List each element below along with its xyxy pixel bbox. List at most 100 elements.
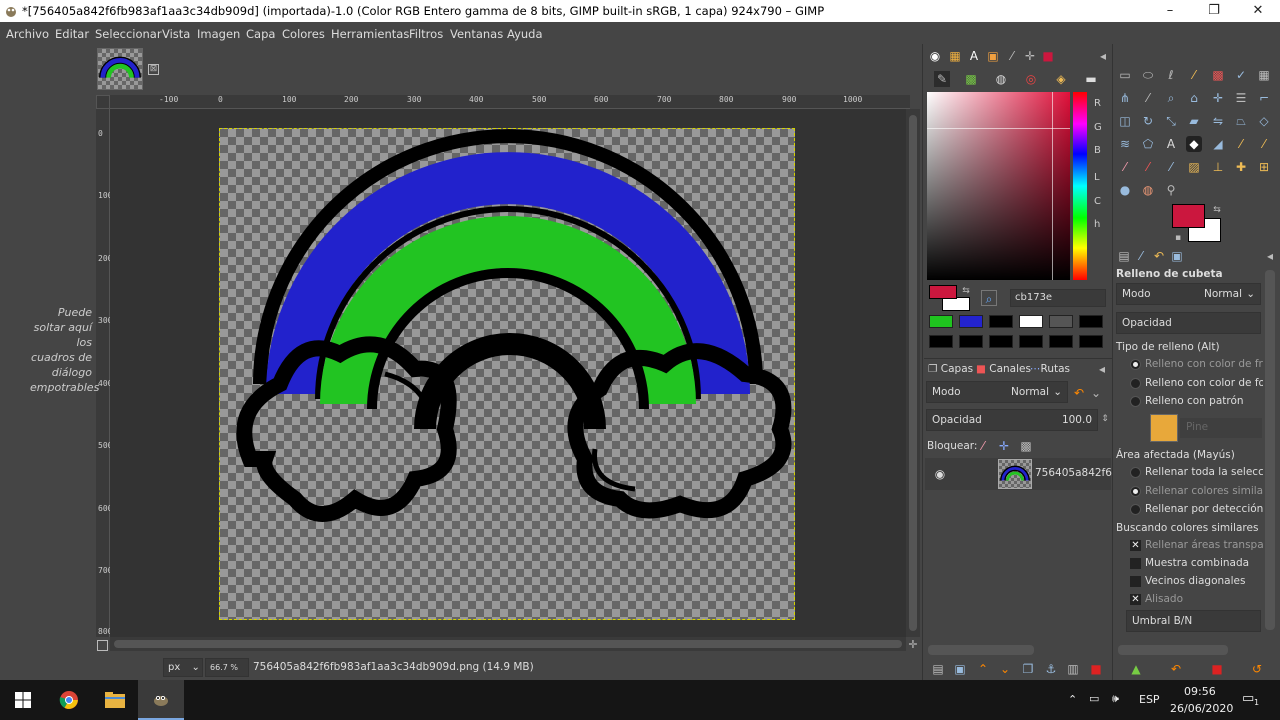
horizontal-scrollbar[interactable] [110, 637, 906, 651]
unified-transform-icon[interactable]: ◫ [1117, 113, 1133, 129]
color-picker-icon[interactable]: ⌕ [981, 290, 997, 306]
network-icon[interactable]: ▭ [1089, 692, 1099, 705]
ellipse-select-icon[interactable]: ⬭ [1140, 67, 1156, 83]
move-icon[interactable]: ✛ [1210, 90, 1226, 106]
sample-merged-checkbox[interactable] [1130, 558, 1141, 569]
navigate-icon[interactable]: ✛ [907, 639, 919, 651]
horizontal-ruler[interactable]: -100 0 100 200 300 400 500 600 700 800 9… [110, 95, 910, 109]
vertical-scrollbar[interactable] [906, 109, 920, 637]
area-detect-radio[interactable] [1130, 504, 1141, 515]
volume-icon[interactable]: 🕪 [1112, 692, 1119, 706]
color-saturation-square[interactable] [927, 92, 1070, 280]
tool-options-scrollbar[interactable] [1265, 270, 1275, 630]
cmyk-selector-icon[interactable]: ▩ [963, 71, 979, 87]
reset-options-icon[interactable]: ↺ [1249, 661, 1265, 677]
foreground-select-icon[interactable]: ▦ [1256, 67, 1272, 83]
channel-h[interactable]: h [1094, 219, 1100, 230]
hex-color-input[interactable]: cb173e [1010, 289, 1106, 307]
wheel-icon[interactable]: ◎ [1023, 71, 1039, 87]
history-swatch[interactable] [929, 335, 953, 348]
clock-date[interactable]: 26/06/2020 [1170, 702, 1233, 715]
channel-b[interactable]: B [1094, 145, 1101, 156]
history-swatch[interactable] [1019, 315, 1043, 328]
fill-bg-radio[interactable] [1130, 378, 1141, 389]
anchor-layer-icon[interactable]: ⚓ [1043, 661, 1059, 677]
language-indicator[interactable]: ESP [1139, 693, 1160, 706]
hue-slider[interactable] [1073, 92, 1087, 280]
fg-bg-colors-icon[interactable]: ◉ [927, 48, 943, 64]
colors-tab-icon[interactable]: ■ [1040, 48, 1056, 64]
perspective-icon[interactable]: ⏢ [1233, 113, 1249, 129]
image-tab-thumbnail[interactable] [97, 48, 143, 90]
rotate-icon[interactable]: ↻ [1140, 113, 1156, 129]
menu-archivo[interactable]: Archivo [6, 27, 49, 41]
background-color-swatch[interactable] [942, 297, 970, 311]
new-layer-icon[interactable]: ▤ [930, 661, 946, 677]
history-swatch[interactable] [989, 335, 1013, 348]
tool-opacity-field[interactable]: Opacidad [1116, 312, 1261, 334]
crop-icon[interactable]: ⌐ [1256, 90, 1272, 106]
fill-transparent-checkbox[interactable]: ✕ [1130, 540, 1141, 551]
toolbox-swap-icon[interactable]: ⇆ [1209, 202, 1225, 218]
select-by-color-icon[interactable]: ▩ [1210, 67, 1226, 83]
fonts-icon[interactable]: A [966, 48, 982, 64]
start-button[interactable] [0, 680, 46, 720]
zoom-icon[interactable]: ⌕ [1163, 90, 1179, 106]
clone-icon[interactable]: ⊥ [1210, 159, 1226, 175]
vertical-ruler[interactable]: 0 100 200 300 400 500 600 700 800 [96, 109, 112, 637]
layer-opacity-field[interactable]: Opacidad 100.0 [926, 409, 1098, 431]
configure-tab-icon[interactable]: ◂ [1095, 48, 1111, 64]
eye-visibility-icon[interactable]: ◉ [932, 466, 948, 482]
undo-history-tab-icon[interactable]: ↶ [1151, 248, 1167, 264]
menu-herramientas[interactable]: Herramientas [331, 27, 409, 41]
heal-icon[interactable]: ✚ [1233, 159, 1249, 175]
merge-layer-icon[interactable]: ▥ [1065, 661, 1081, 677]
zoom-select[interactable]: 66.7 % [205, 658, 249, 677]
close-window-button[interactable]: ✕ [1236, 0, 1280, 22]
menu-capa[interactable]: Capa [246, 27, 275, 41]
layer-row[interactable]: ◉ 756405a842f6fb [925, 458, 1122, 490]
lock-position-icon[interactable]: ✛ [996, 438, 1012, 454]
gradient-icon[interactable]: ◢ [1210, 136, 1226, 152]
raise-layer-icon[interactable]: ⌃ [975, 661, 991, 677]
history-swatch[interactable] [1079, 315, 1103, 328]
history-swatch[interactable] [1019, 335, 1043, 348]
perspective-clone-icon[interactable]: ⊞ [1256, 159, 1272, 175]
tab-channels[interactable]: ■ Canales [976, 363, 1031, 375]
clock-time[interactable]: 09:56 [1184, 685, 1216, 698]
measure-icon[interactable]: ⌂ [1186, 90, 1202, 106]
tab-layers[interactable]: ❐ Capas [928, 363, 973, 375]
cage-icon[interactable]: ◇ [1256, 113, 1272, 129]
rect-select-icon[interactable]: ▭ [1117, 67, 1133, 83]
horizontal-scroll-thumb[interactable] [114, 640, 902, 648]
save-preset-icon[interactable]: ▲ [1128, 661, 1144, 677]
pattern-preview[interactable] [1150, 414, 1178, 442]
mypaint-brush-icon[interactable]: ▨ [1186, 159, 1202, 175]
scales-icon[interactable]: ◈ [1053, 71, 1069, 87]
maximize-button[interactable]: ❐ [1192, 0, 1236, 22]
pattern-icon[interactable]: ▦ [947, 48, 963, 64]
opacity-spinner-icon[interactable]: ⇕ [1097, 411, 1113, 427]
threshold-field[interactable]: Umbral B/N [1126, 610, 1261, 632]
menu-ventanas[interactable]: Ventanas [450, 27, 503, 41]
history-swatch[interactable] [959, 315, 983, 328]
fuzzy-select-icon[interactable]: ⁄ [1186, 67, 1202, 83]
history-swatch[interactable] [1049, 335, 1073, 348]
ink-icon[interactable]: ⁄ [1163, 159, 1179, 175]
paths-icon[interactable]: ⋔ [1117, 90, 1133, 106]
taskbar-chrome[interactable] [46, 680, 92, 720]
menu-colores[interactable]: Colores [282, 27, 325, 41]
menu-ayuda[interactable]: Ayuda [507, 27, 543, 41]
taskbar-file-explorer[interactable] [92, 680, 138, 720]
free-select-icon[interactable]: ℓ [1163, 67, 1179, 83]
history-swatch[interactable] [1049, 315, 1073, 328]
delete-layer-icon[interactable]: ■ [1088, 661, 1104, 677]
lower-layer-icon[interactable]: ⌄ [997, 661, 1013, 677]
scissors-icon[interactable]: ✓ [1233, 67, 1249, 83]
restore-preset-icon[interactable]: ↶ [1168, 661, 1184, 677]
quick-mask-icon[interactable] [97, 640, 108, 651]
close-image-tab-icon[interactable]: ⊠ [148, 64, 159, 75]
lock-pixels-icon[interactable]: ⁄ [975, 438, 991, 454]
scale-icon[interactable]: ⤡ [1163, 113, 1179, 129]
document-history-icon[interactable]: ▣ [985, 48, 1001, 64]
